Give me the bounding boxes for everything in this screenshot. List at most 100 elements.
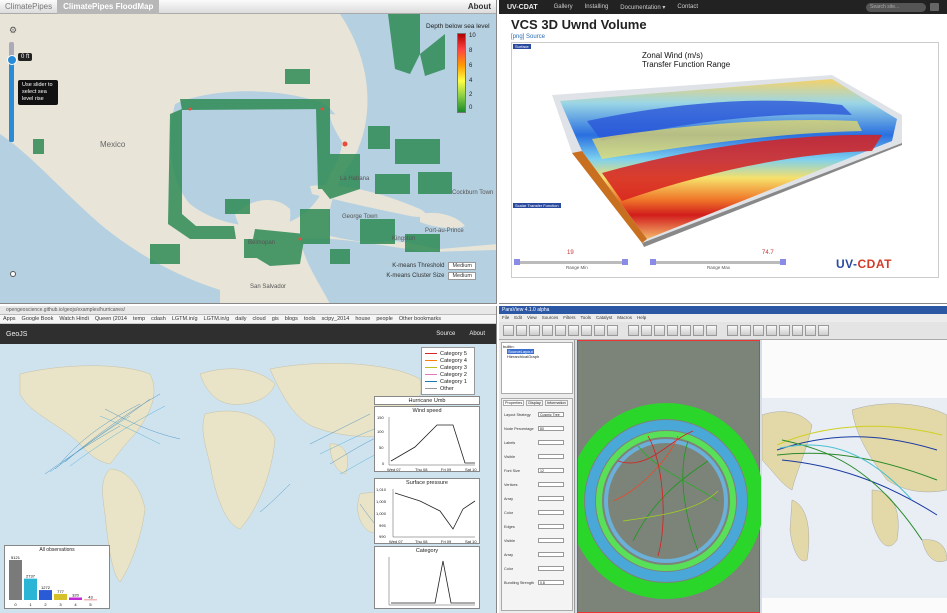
legend-item[interactable]: Category 5 xyxy=(425,350,471,357)
toolbar-button-icon[interactable] xyxy=(667,325,678,336)
bookmark-item[interactable]: gis xyxy=(272,315,279,323)
menu-item-file[interactable]: File xyxy=(502,314,509,322)
menu-item-sources[interactable]: Sources xyxy=(542,314,559,322)
nav-documentation[interactable]: Documentation ▾ xyxy=(614,4,671,11)
kmeans-threshold-select[interactable]: Medium xyxy=(448,262,476,270)
toolbar-button-icon[interactable] xyxy=(792,325,803,336)
brand-link[interactable]: ClimatePipes xyxy=(0,2,57,11)
toolbar-button-icon[interactable] xyxy=(779,325,790,336)
bookmark-item[interactable]: cloud xyxy=(253,315,266,323)
tab-properties[interactable]: Properties xyxy=(503,400,525,406)
property-input[interactable] xyxy=(538,454,564,459)
sea-level-slider-handle[interactable] xyxy=(7,55,17,65)
toolbar-button-icon[interactable] xyxy=(740,325,751,336)
flood-map[interactable] xyxy=(0,14,497,304)
property-input[interactable] xyxy=(538,496,564,501)
property-input[interactable] xyxy=(538,482,564,487)
bookmark-item[interactable]: Watch Hindi xyxy=(59,315,88,323)
toolbar-button-icon[interactable] xyxy=(766,325,777,336)
property-input[interactable]: 12 xyxy=(538,468,564,473)
property-input[interactable]: Cosmic Tree xyxy=(538,412,564,417)
menu-item-filters[interactable]: Filters xyxy=(563,314,575,322)
bookmark-item[interactable]: tools xyxy=(304,315,316,323)
bookmark-item[interactable]: cdash xyxy=(151,315,166,323)
bookmark-item[interactable]: daily xyxy=(235,315,246,323)
toolbar-button-icon[interactable] xyxy=(568,325,579,336)
toolbar-button-icon[interactable] xyxy=(680,325,691,336)
bookmark-item[interactable]: scipy_2014 xyxy=(322,315,350,323)
kmeans-cluster-select[interactable]: Medium xyxy=(448,272,476,280)
property-input[interactable]: 0.8 xyxy=(538,580,564,585)
toolbar-button-icon[interactable] xyxy=(753,325,764,336)
nav-contact[interactable]: Contact xyxy=(671,4,704,10)
address-bar[interactable]: opengeoscience.github.io/geojs/examples/… xyxy=(0,306,496,315)
about-link[interactable]: About xyxy=(462,2,496,11)
property-input[interactable] xyxy=(538,440,564,445)
nav-about[interactable]: About xyxy=(469,331,485,337)
histogram-bar[interactable] xyxy=(84,599,97,601)
bookmark-item[interactable]: temp xyxy=(133,315,145,323)
location-icon[interactable] xyxy=(10,271,16,277)
transfer-function-tag[interactable]: Scalar Transfer Function xyxy=(513,203,561,208)
property-input[interactable] xyxy=(538,510,564,515)
toolbar-button-icon[interactable] xyxy=(706,325,717,336)
source-link[interactable]: [png] Source xyxy=(511,34,545,40)
bookmark-item[interactable]: LGTM.in/g xyxy=(204,315,230,323)
histogram-bar[interactable] xyxy=(54,593,67,600)
legend-item[interactable]: Category 3 xyxy=(425,364,471,371)
bookmark-item[interactable]: people xyxy=(376,315,393,323)
bookmark-item[interactable]: house xyxy=(355,315,370,323)
legend-item[interactable]: Category 4 xyxy=(425,357,471,364)
menu-item-view[interactable]: View xyxy=(527,314,537,322)
search-button[interactable] xyxy=(930,3,939,11)
bookmark-item[interactable]: Other bookmarks xyxy=(399,315,441,323)
property-input[interactable]: 80 xyxy=(538,426,564,431)
toolbar-button-icon[interactable] xyxy=(727,325,738,336)
brand-link[interactable]: GeoJS xyxy=(0,331,27,338)
toolbar-button-icon[interactable] xyxy=(529,325,540,336)
menu-item-catalyst[interactable]: Catalyst xyxy=(596,314,612,322)
menu-item-macros[interactable]: Macros xyxy=(617,314,632,322)
toolbar-button-icon[interactable] xyxy=(594,325,605,336)
property-input[interactable] xyxy=(538,524,564,529)
toolbar-button-icon[interactable] xyxy=(581,325,592,336)
legend-item[interactable]: Category 2 xyxy=(425,371,471,378)
volume-render[interactable] xyxy=(512,43,940,279)
bookmark-item[interactable]: Queen (2014 xyxy=(95,315,127,323)
hurricane-tab[interactable]: Hurricane Umb xyxy=(374,396,480,405)
histogram-bar[interactable] xyxy=(39,590,52,600)
bookmark-item[interactable]: blogs xyxy=(285,315,298,323)
histogram-bar[interactable] xyxy=(24,578,37,600)
toolbar-button-icon[interactable] xyxy=(555,325,566,336)
toolbar-button-icon[interactable] xyxy=(607,325,618,336)
tab-floodmap[interactable]: ClimatePipes FloodMap xyxy=(57,0,160,14)
volume-render-panel[interactable]: Surface Zonal Wind (m/s) Transfer Functi… xyxy=(511,42,939,278)
bookmark-item[interactable]: Google Book xyxy=(22,315,54,323)
range-max-handle-right[interactable] xyxy=(780,259,786,265)
pipeline-browser[interactable]: builtin: SourceLayout HierarchicalGraph xyxy=(501,342,573,394)
toolbar-button-icon[interactable] xyxy=(503,325,514,336)
histogram-bar[interactable] xyxy=(69,597,82,600)
range-min-slider[interactable] xyxy=(518,261,628,264)
toolbar-button-icon[interactable] xyxy=(641,325,652,336)
legend-item[interactable]: Category 1 xyxy=(425,378,471,385)
pipeline-item[interactable]: HierarchicalGraph xyxy=(503,354,571,359)
property-input[interactable] xyxy=(538,566,564,571)
legend-item[interactable]: Other xyxy=(425,385,471,392)
toolbar-button-icon[interactable] xyxy=(805,325,816,336)
nav-installing[interactable]: Installing xyxy=(579,4,615,10)
menu-item-edit[interactable]: Edit xyxy=(514,314,522,322)
nav-gallery[interactable]: Gallery xyxy=(548,4,579,10)
range-max-handle-left[interactable] xyxy=(650,259,656,265)
nav-source[interactable]: Source xyxy=(436,331,455,337)
toolbar-button-icon[interactable] xyxy=(654,325,665,336)
menu-item-help[interactable]: Help xyxy=(637,314,646,322)
histogram-bar[interactable] xyxy=(9,560,22,600)
bookmark-item[interactable]: Apps xyxy=(3,315,16,323)
tab-display[interactable]: Display xyxy=(526,400,543,406)
toolbar-button-icon[interactable] xyxy=(693,325,704,336)
bookmark-item[interactable]: LGTM.in/g xyxy=(172,315,198,323)
gear-icon[interactable]: ⚙ xyxy=(9,25,17,36)
menu-item-tools[interactable]: Tools xyxy=(580,314,591,322)
graph-render-view[interactable] xyxy=(568,340,764,613)
